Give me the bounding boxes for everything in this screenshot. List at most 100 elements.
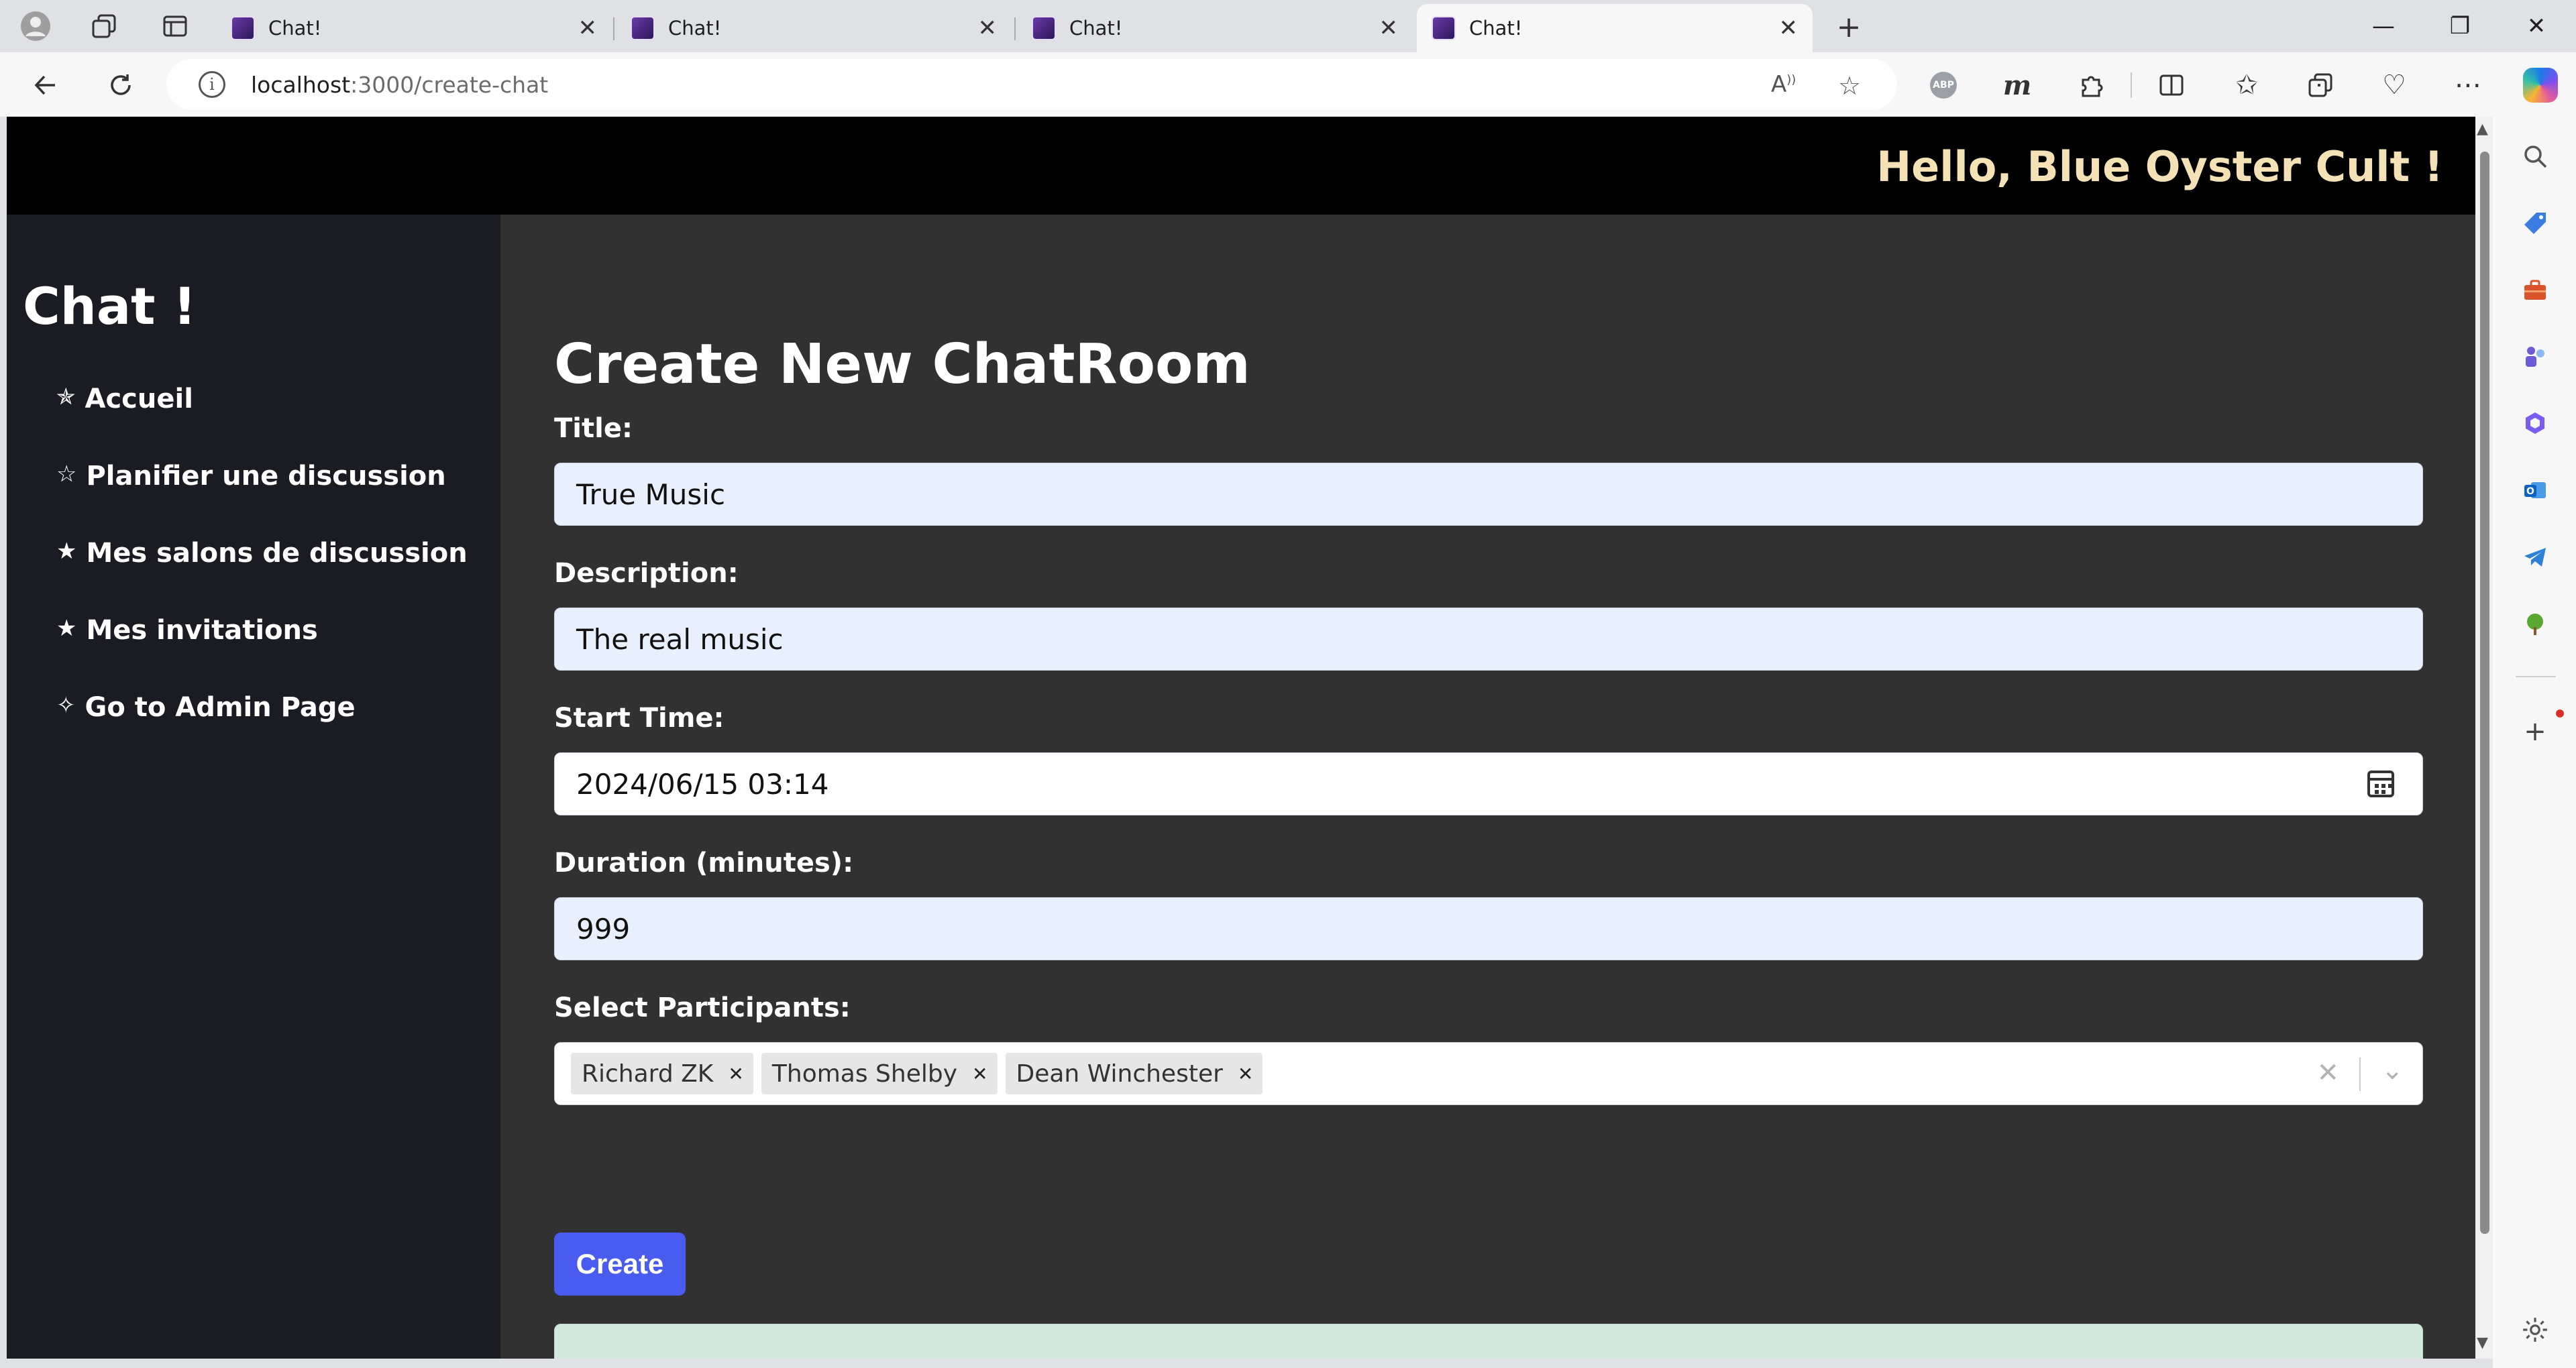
select-separator xyxy=(2359,1058,2361,1091)
copilot-ms-icon[interactable] xyxy=(2517,405,2553,441)
edge-sidebar: O + xyxy=(2493,117,2576,1368)
start-time-input[interactable]: 2024/06/15 03:14 xyxy=(554,752,2423,815)
star-outline-icon: ☆ xyxy=(56,461,77,488)
nav-label: Mes salons de discussion xyxy=(86,538,468,569)
nav-item-accueil[interactable]: ✯ Accueil xyxy=(56,384,193,414)
participants-select[interactable]: Richard ZK ✕ Thomas Shelby ✕ Dean Winche… xyxy=(554,1042,2423,1105)
page-viewport: Hello, Blue Oyster Cult ! Chat ! ✯ Accue… xyxy=(7,117,2475,1359)
extension-m-icon[interactable]: m xyxy=(1996,64,2038,106)
workspaces-icon[interactable] xyxy=(87,9,121,43)
browser-tab-active[interactable]: Chat! ✕ xyxy=(1417,4,1813,52)
chip-label: Thomas Shelby xyxy=(771,1060,958,1088)
tab-close-icon[interactable]: ✕ xyxy=(578,15,598,42)
page-title: Create New ChatRoom xyxy=(554,333,1250,396)
nav-item-admin[interactable]: ✧ Go to Admin Page xyxy=(56,692,356,723)
url-path: :3000/create-chat xyxy=(350,71,549,98)
participant-chip: Dean Winchester ✕ xyxy=(1005,1053,1263,1094)
add-icon[interactable]: + xyxy=(2517,714,2553,750)
tree-icon[interactable] xyxy=(2517,606,2553,642)
performance-heart-icon[interactable]: ♡ xyxy=(2373,64,2415,106)
close-window-button[interactable]: ✕ xyxy=(2513,7,2560,46)
restore-button[interactable]: ❐ xyxy=(2436,7,2483,46)
telegram-icon[interactable] xyxy=(2517,539,2553,575)
settings-icon[interactable] xyxy=(2517,1312,2553,1348)
participant-chip: Richard ZK ✕ xyxy=(571,1053,753,1094)
tab-actions-icon[interactable] xyxy=(158,9,192,43)
new-tab-button[interactable]: + xyxy=(1830,8,1868,46)
nav-item-planifier[interactable]: ☆ Planifier une discussion xyxy=(56,461,446,492)
main-content: Create New ChatRoom Title: True Music De… xyxy=(500,215,2475,1359)
chip-label: Dean Winchester xyxy=(1016,1060,1223,1088)
success-alert: ChatRoom created successfully. xyxy=(554,1324,2423,1359)
url-host: localhost xyxy=(251,71,351,98)
description-label: Description: xyxy=(554,558,739,589)
browser-toolbar: i localhost:3000/create-chat A)) ☆ ABP m… xyxy=(0,52,2576,117)
calendar-icon[interactable] xyxy=(2367,771,2394,797)
duration-input[interactable]: 999 xyxy=(554,897,2423,960)
search-icon[interactable] xyxy=(2517,138,2553,174)
scroll-up-icon[interactable]: ▲ xyxy=(2477,121,2488,137)
star-icon: ★ xyxy=(56,615,77,642)
read-aloud-icon[interactable]: A)) xyxy=(1771,71,1796,98)
tab-close-icon[interactable]: ✕ xyxy=(1379,15,1399,42)
chat-favicon-icon xyxy=(631,16,655,40)
rail-separator xyxy=(2516,676,2556,677)
duration-label: Duration (minutes): xyxy=(554,848,854,878)
chip-label: Richard ZK xyxy=(582,1060,714,1088)
adblock-icon[interactable]: ABP xyxy=(1923,64,1964,106)
chip-remove-icon[interactable]: ✕ xyxy=(1238,1063,1253,1085)
chat-favicon-icon xyxy=(1032,16,1056,40)
games-icon[interactable] xyxy=(2517,338,2553,374)
outlook-icon[interactable]: O xyxy=(2517,472,2553,508)
chevron-down-icon[interactable]: ⌄ xyxy=(2381,1055,2404,1086)
extensions-puzzle-icon[interactable] xyxy=(2070,64,2112,106)
svg-text:O: O xyxy=(2526,486,2534,497)
collections-icon[interactable] xyxy=(2300,64,2341,106)
tab-title: Chat! xyxy=(268,17,322,40)
info-icon[interactable]: i xyxy=(199,71,225,98)
browser-tab[interactable]: Chat! ✕ xyxy=(1017,4,1413,52)
title-input[interactable]: True Music xyxy=(554,463,2423,526)
notification-dot xyxy=(2556,709,2564,718)
nav-label: Mes invitations xyxy=(86,615,318,646)
description-input[interactable]: The real music xyxy=(554,608,2423,671)
tab-close-icon[interactable]: ✕ xyxy=(1779,15,1799,42)
favorite-star-icon[interactable]: ☆ xyxy=(1838,71,1861,101)
more-icon[interactable]: ⋯ xyxy=(2447,64,2489,106)
copilot-icon[interactable] xyxy=(2520,64,2561,106)
nav-item-mes-invitations[interactable]: ★ Mes invitations xyxy=(56,615,318,646)
scrollbar-thumb[interactable] xyxy=(2480,152,2489,1234)
tab-close-icon[interactable]: ✕ xyxy=(978,15,998,42)
chip-remove-icon[interactable]: ✕ xyxy=(728,1063,743,1085)
participant-chip: Thomas Shelby ✕ xyxy=(761,1053,998,1094)
back-icon[interactable] xyxy=(24,64,67,106)
chat-favicon-icon xyxy=(1432,16,1456,40)
refresh-icon[interactable] xyxy=(99,64,142,106)
nav-label: Accueil xyxy=(85,384,193,414)
star-icon: ✯ xyxy=(56,384,76,410)
profile-icon[interactable] xyxy=(19,9,52,43)
toolbox-icon[interactable] xyxy=(2517,272,2553,308)
favorites-icon[interactable]: ✩ xyxy=(2226,64,2267,106)
create-button[interactable]: Create xyxy=(554,1233,686,1296)
browser-tab[interactable]: Chat! ✕ xyxy=(216,4,612,52)
nav-label: Planifier une discussion xyxy=(86,461,446,492)
brand-title: Chat ! xyxy=(23,276,197,336)
tab-separator xyxy=(613,17,614,40)
address-bar[interactable]: i localhost:3000/create-chat A)) ☆ xyxy=(166,59,1897,110)
scroll-down-icon[interactable]: ▼ xyxy=(2477,1334,2488,1351)
toolbar-separator xyxy=(2131,72,2132,98)
sparkle-icon: ✧ xyxy=(56,692,76,719)
split-screen-icon[interactable] xyxy=(2151,64,2192,106)
browser-tab[interactable]: Chat! ✕ xyxy=(616,4,1012,52)
chip-remove-icon[interactable]: ✕ xyxy=(972,1063,987,1085)
tab-title: Chat! xyxy=(1069,17,1123,40)
browser-titlebar: Chat! ✕ Chat! ✕ Chat! ✕ Chat! ✕ + — ❐ ✕ xyxy=(0,0,2576,52)
app-header: Hello, Blue Oyster Cult ! xyxy=(7,117,2475,215)
minimize-button[interactable]: — xyxy=(2360,7,2407,46)
chat-favicon-icon xyxy=(231,16,255,40)
nav-item-mes-salons[interactable]: ★ Mes salons de discussion xyxy=(56,538,468,569)
shopping-tag-icon[interactable] xyxy=(2517,205,2553,241)
clear-icon[interactable]: ✕ xyxy=(2316,1058,2339,1088)
nav-label: Go to Admin Page xyxy=(85,692,356,723)
